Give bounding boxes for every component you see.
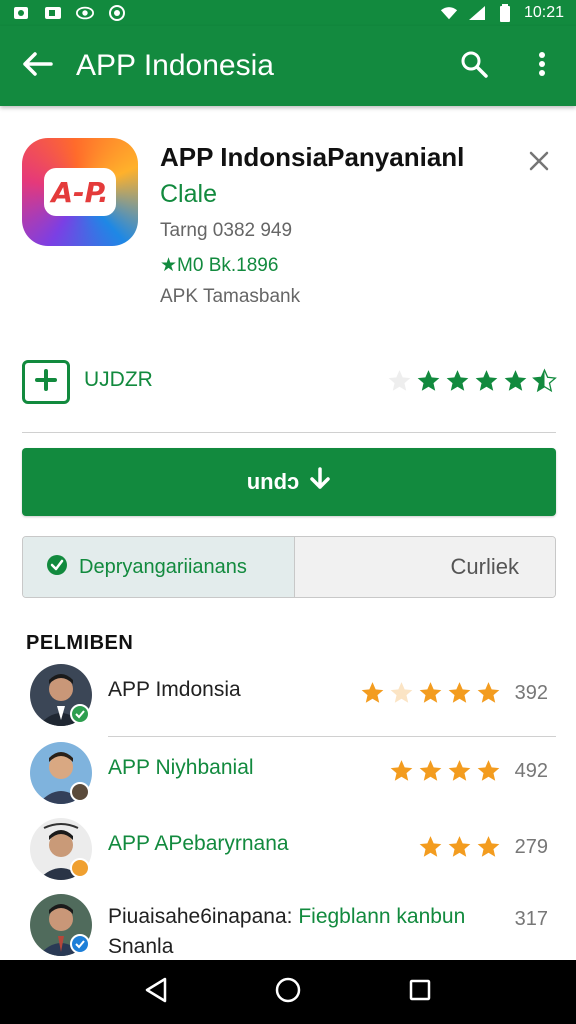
star-icon <box>444 368 471 399</box>
star-icon <box>473 368 500 399</box>
back-arrow-icon <box>23 51 53 81</box>
close-icon <box>529 151 549 176</box>
search-icon <box>460 50 488 83</box>
star-icon <box>475 758 502 789</box>
list-item-title-part: Piuaisahe6inapana: <box>108 905 299 928</box>
app-icon: A-P. <box>22 138 138 246</box>
app-icon-logo: A-P. <box>44 168 116 216</box>
nav-back-button[interactable] <box>132 968 180 1016</box>
list-item-title: Piuaisahe6inapana: Fiegblann kanbun Snan… <box>108 902 465 962</box>
developer-link[interactable]: Clale <box>160 180 217 209</box>
star-icon <box>417 834 444 865</box>
toolbar: APP Indonesia <box>0 26 576 106</box>
verified-badge-icon <box>70 704 90 724</box>
star-icon <box>417 758 444 789</box>
list-item-stars <box>359 680 502 711</box>
list-item[interactable]: APP Imdonsia 392 <box>0 664 576 740</box>
nav-back-icon <box>143 976 169 1009</box>
segment-left-label: Depryangariianans <box>79 555 247 578</box>
plus-icon <box>35 368 57 396</box>
badge-icon <box>70 858 90 878</box>
signal-icon <box>468 4 486 22</box>
app-header: A-P. APP IndonsiaPanyanianl Clale Tarng … <box>0 120 576 330</box>
install-button[interactable]: undɔ <box>22 448 556 516</box>
list-item-title: APP APebaryrnana <box>108 832 289 855</box>
segmented-control: Depryangariianans Curliek <box>22 536 556 598</box>
nav-home-icon <box>274 976 302 1009</box>
app-name: APP IndonsiaPanyanianl <box>160 142 465 172</box>
install-label: undɔ <box>246 469 300 494</box>
eye-notification-icon <box>76 4 94 22</box>
app-category: APK Tamasbank <box>160 286 301 307</box>
star-icon <box>446 834 473 865</box>
segment-right-label: Curliek <box>450 554 519 579</box>
star-icon <box>446 680 473 711</box>
star-icon <box>388 758 415 789</box>
divider <box>108 736 556 737</box>
divider <box>22 432 556 433</box>
list-item-title-part: Snanla <box>108 935 174 958</box>
back-button[interactable] <box>0 26 76 106</box>
list-item-title: APP Imdonsia <box>108 678 241 701</box>
close-button[interactable] <box>522 146 556 180</box>
badge-icon <box>70 782 90 802</box>
navigation-bar <box>0 960 576 1024</box>
toolbar-title: APP Indonesia <box>76 49 274 82</box>
download-icon <box>309 467 331 497</box>
star-icon <box>446 758 473 789</box>
list-item-title-part: Fiegblann kanbun <box>298 905 466 928</box>
verified-badge-icon <box>70 934 90 954</box>
list-item[interactable]: Piuaisahe6inapana: Fiegblann kanbun Snan… <box>0 894 576 970</box>
image-notification-icon <box>12 4 30 22</box>
list-item-stars <box>388 758 502 789</box>
list-item[interactable]: APP APebaryrnana 279 <box>0 818 576 894</box>
check-circle-icon <box>45 553 69 582</box>
app-meta: Tarng 0382 949 <box>160 220 293 241</box>
sync-notification-icon <box>108 4 126 22</box>
list-item-count: 392 <box>514 682 548 704</box>
star-icon <box>475 834 502 865</box>
wishlist-label: UJDZR <box>84 368 153 391</box>
battery-icon <box>496 4 514 22</box>
wishlist-rating-row: UJDZR <box>0 352 576 412</box>
search-button[interactable] <box>440 26 508 106</box>
app-rating-stars <box>386 368 558 399</box>
list-item-count: 492 <box>514 760 548 782</box>
status-time: 10:21 <box>523 4 564 21</box>
star-icon <box>502 368 529 399</box>
star-icon <box>388 680 415 711</box>
star-icon <box>475 680 502 711</box>
wishlist-button[interactable] <box>22 360 70 404</box>
segment-left[interactable]: Depryangariianans <box>23 537 295 597</box>
more-vert-icon <box>538 51 546 82</box>
list-item-count: 317 <box>514 908 548 930</box>
list-item[interactable]: APP Niyhbanial 492 <box>0 742 576 818</box>
list-item-count: 279 <box>514 836 548 858</box>
list-item-title: APP Niyhbanial <box>108 756 254 779</box>
nav-recents-icon <box>408 978 432 1007</box>
star-icon <box>415 368 442 399</box>
nav-recents-button[interactable] <box>396 968 444 1016</box>
list-item-stars <box>417 834 502 865</box>
video-notification-icon <box>44 4 62 22</box>
segment-right[interactable]: Curliek <box>295 537 555 597</box>
status-bar: 10:21 <box>0 0 576 26</box>
wifi-icon <box>440 4 458 22</box>
star-icon <box>386 368 413 399</box>
star-icon <box>531 368 558 399</box>
star-icon <box>359 680 386 711</box>
nav-home-button[interactable] <box>264 968 312 1016</box>
more-options-button[interactable] <box>508 26 576 106</box>
app-downloads: ★M0 B​k.1896 <box>160 255 279 276</box>
star-icon <box>417 680 444 711</box>
section-title: PELMIBEN <box>26 632 134 654</box>
